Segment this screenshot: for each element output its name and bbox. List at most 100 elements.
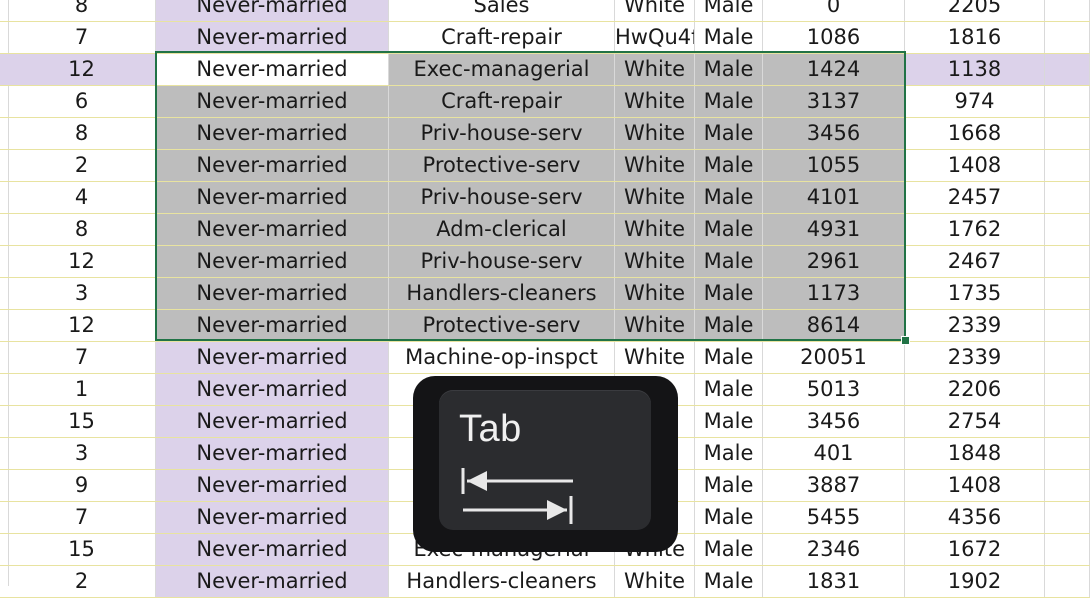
cell-row-number[interactable]: 7: [8, 502, 156, 533]
cell-capital-gain[interactable]: 2961: [763, 246, 905, 277]
cell-row-number[interactable]: 12: [8, 54, 156, 85]
cell-sex[interactable]: Male: [695, 278, 763, 309]
cell-sex[interactable]: Male: [695, 310, 763, 341]
cell-row-number[interactable]: 6: [8, 86, 156, 117]
cell-race[interactable]: White: [615, 150, 695, 181]
cell-marital-status[interactable]: Never-married: [156, 566, 389, 597]
cell-marital-status[interactable]: Never-married: [156, 22, 389, 53]
cell-capital-gain[interactable]: 1424: [763, 54, 905, 85]
cell-hours-value[interactable]: 2467: [905, 246, 1045, 277]
cell-marital-status[interactable]: Never-married: [156, 342, 389, 373]
cell-row-number[interactable]: 7: [8, 22, 156, 53]
cell-occupation[interactable]: Priv-house-serv: [389, 182, 615, 213]
cell-occupation[interactable]: Craft-repair: [389, 86, 615, 117]
fill-handle[interactable]: [901, 336, 910, 345]
cell-capital-gain[interactable]: 1173: [763, 278, 905, 309]
cell-hours-value[interactable]: 2205: [905, 0, 1045, 21]
cell-capital-gain[interactable]: 3456: [763, 406, 905, 437]
cell-capital-gain[interactable]: 8614: [763, 310, 905, 341]
cell-occupation[interactable]: Sales: [389, 0, 615, 21]
cell-sex[interactable]: Male: [695, 118, 763, 149]
cell-capital-gain[interactable]: 1055: [763, 150, 905, 181]
cell-empty[interactable]: [1045, 118, 1090, 149]
cell-marital-status[interactable]: Never-married: [156, 246, 389, 277]
cell-marital-status[interactable]: Never-married: [156, 534, 389, 565]
cell-empty[interactable]: [1045, 438, 1090, 469]
cell-empty[interactable]: [1045, 310, 1090, 341]
cell-hours-value[interactable]: 2457: [905, 182, 1045, 213]
cell-row-number[interactable]: 3: [8, 438, 156, 469]
cell-empty[interactable]: [1045, 182, 1090, 213]
cell-capital-gain[interactable]: 5013: [763, 374, 905, 405]
cell-marital-status[interactable]: Never-married: [156, 374, 389, 405]
cell-marital-status[interactable]: Never-married: [156, 470, 389, 501]
cell-sex[interactable]: Male: [695, 86, 763, 117]
cell-empty[interactable]: [1045, 342, 1090, 373]
cell-hours-value[interactable]: 2206: [905, 374, 1045, 405]
cell-race[interactable]: HwQu4fi: [615, 22, 695, 53]
cell-race[interactable]: White: [615, 0, 695, 21]
cell-race[interactable]: White: [615, 118, 695, 149]
cell-capital-gain[interactable]: 1831: [763, 566, 905, 597]
cell-row-number[interactable]: 9: [8, 470, 156, 501]
cell-race[interactable]: White: [615, 86, 695, 117]
cell-race[interactable]: White: [615, 342, 695, 373]
cell-capital-gain[interactable]: 3887: [763, 470, 905, 501]
cell-sex[interactable]: Male: [695, 214, 763, 245]
cell-race[interactable]: White: [615, 246, 695, 277]
cell-hours-value[interactable]: 1408: [905, 470, 1045, 501]
cell-hours-value[interactable]: 1902: [905, 566, 1045, 597]
cell-capital-gain[interactable]: 1086: [763, 22, 905, 53]
cell-capital-gain[interactable]: 3456: [763, 118, 905, 149]
cell-marital-status[interactable]: Never-married: [156, 278, 389, 309]
cell-sex[interactable]: Male: [695, 566, 763, 597]
cell-empty[interactable]: [1045, 374, 1090, 405]
cell-occupation[interactable]: Craft-repair: [389, 22, 615, 53]
cell-row-number[interactable]: 8: [8, 0, 156, 21]
cell-marital-status[interactable]: Never-married: [156, 182, 389, 213]
cell-row-number[interactable]: 4: [8, 182, 156, 213]
cell-empty[interactable]: [1045, 502, 1090, 533]
cell-race[interactable]: White: [615, 214, 695, 245]
cell-race[interactable]: White: [615, 566, 695, 597]
cell-sex[interactable]: Male: [695, 54, 763, 85]
cell-sex[interactable]: Male: [695, 0, 763, 21]
cell-occupation[interactable]: Protective-serv: [389, 150, 615, 181]
cell-empty[interactable]: [1045, 0, 1090, 21]
cell-row-number[interactable]: 1: [8, 374, 156, 405]
cell-row-number[interactable]: 15: [8, 534, 156, 565]
cell-marital-status[interactable]: Never-married: [156, 150, 389, 181]
cell-occupation[interactable]: Adm-clerical: [389, 214, 615, 245]
cell-hours-value[interactable]: 1848: [905, 438, 1045, 469]
cell-capital-gain[interactable]: 20051: [763, 342, 905, 373]
cell-sex[interactable]: Male: [695, 438, 763, 469]
cell-hours-value[interactable]: 1735: [905, 278, 1045, 309]
cell-hours-value[interactable]: 1668: [905, 118, 1045, 149]
cell-marital-status[interactable]: Never-married: [156, 502, 389, 533]
cell-marital-status[interactable]: Never-married: [156, 214, 389, 245]
cell-empty[interactable]: [1045, 278, 1090, 309]
cell-row-number[interactable]: 3: [8, 278, 156, 309]
cell-sex[interactable]: Male: [695, 534, 763, 565]
cell-hours-value[interactable]: 1762: [905, 214, 1045, 245]
cell-hours-value[interactable]: 4356: [905, 502, 1045, 533]
cell-marital-status[interactable]: Never-married: [156, 438, 389, 469]
cell-hours-value[interactable]: 974: [905, 86, 1045, 117]
cell-occupation[interactable]: Handlers-cleaners: [389, 278, 615, 309]
cell-empty[interactable]: [1045, 150, 1090, 181]
cell-occupation[interactable]: Exec-managerial: [389, 54, 615, 85]
cell-empty[interactable]: [1045, 534, 1090, 565]
cell-race[interactable]: White: [615, 278, 695, 309]
cell-hours-value[interactable]: 2754: [905, 406, 1045, 437]
cell-empty[interactable]: [1045, 566, 1090, 597]
cell-row-number[interactable]: 2: [8, 566, 156, 597]
cell-marital-status[interactable]: Never-married: [156, 86, 389, 117]
cell-empty[interactable]: [1045, 470, 1090, 501]
cell-race[interactable]: White: [615, 310, 695, 341]
cell-hours-value[interactable]: 1138: [905, 54, 1045, 85]
cell-row-number[interactable]: 12: [8, 246, 156, 277]
cell-sex[interactable]: Male: [695, 150, 763, 181]
cell-occupation[interactable]: Machine-op-inspct: [389, 342, 615, 373]
cell-empty[interactable]: [1045, 22, 1090, 53]
cell-row-number[interactable]: 15: [8, 406, 156, 437]
